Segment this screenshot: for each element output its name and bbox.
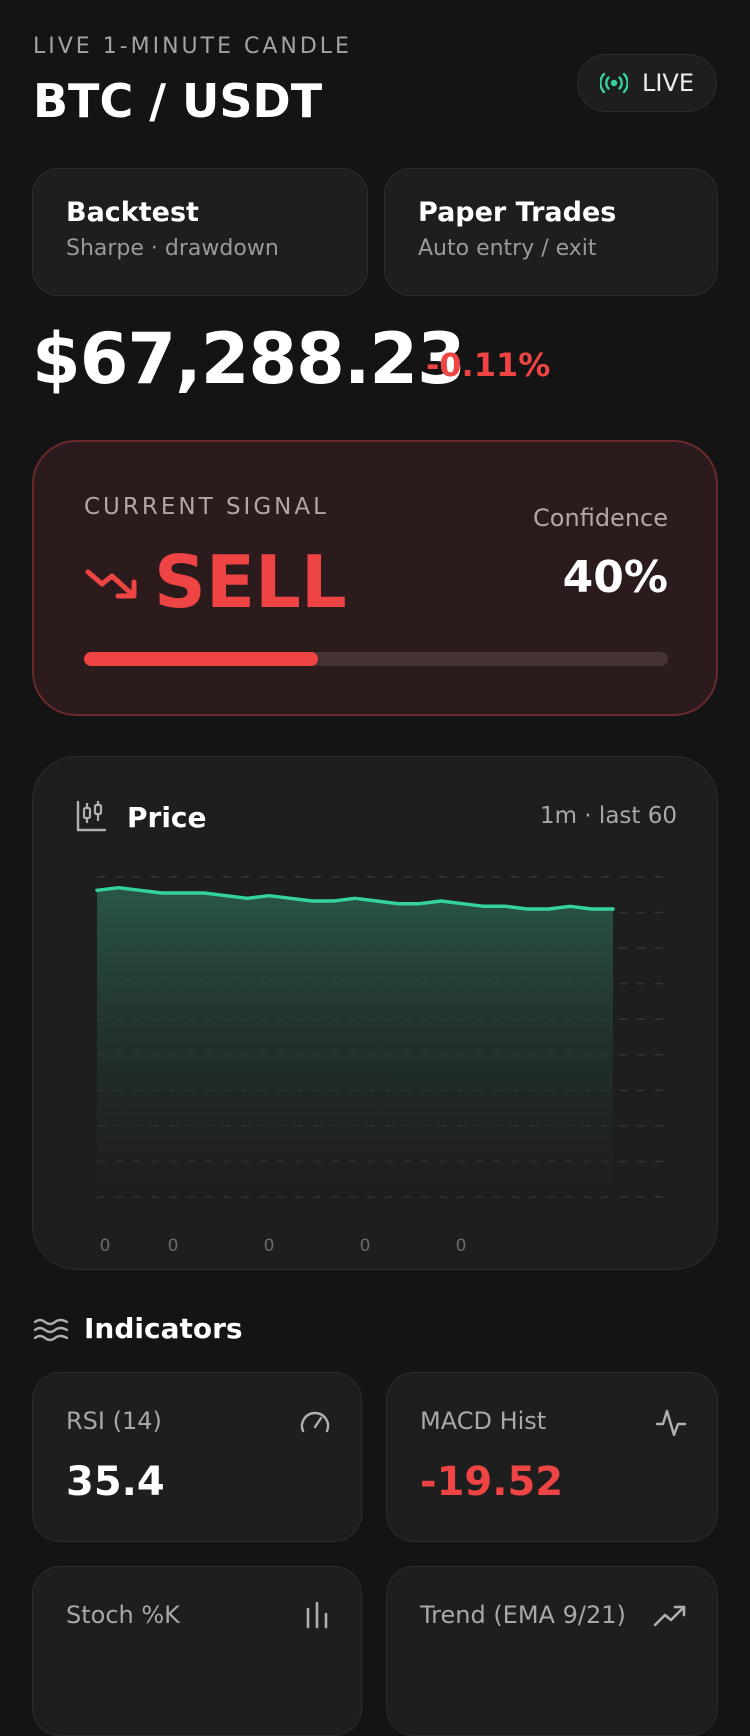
indicator-value: 35.4 — [66, 1459, 165, 1505]
backtest-subtitle: Sharpe · drawdown — [66, 236, 279, 261]
x-tick-label: 0 — [360, 1236, 371, 1256]
pair-title: BTC / USDT — [33, 74, 323, 128]
indicator-label: Trend (EMA 9/21) — [420, 1601, 626, 1629]
indicator-label: Stoch %K — [66, 1601, 180, 1629]
header-eyebrow: LIVE 1-MINUTE CANDLE — [33, 34, 352, 59]
price-change: -0.11% — [426, 346, 551, 384]
backtest-title: Backtest — [66, 197, 199, 228]
indicator-card-trend[interactable]: Trend (EMA 9/21) — [386, 1566, 718, 1736]
confidence-value: 40% — [562, 552, 668, 603]
paper-trades-card[interactable]: Paper Trades Auto entry / exit — [384, 168, 718, 296]
confidence-bar-fill — [84, 652, 318, 666]
x-tick-label: 0 — [100, 1236, 111, 1256]
live-status-pill[interactable]: LIVE — [577, 54, 717, 112]
x-tick-label: 0 — [264, 1236, 275, 1256]
paper-trades-title: Paper Trades — [418, 197, 617, 228]
price-chart-card: Price 1m · last 60 00000 — [32, 756, 718, 1270]
indicator-label: RSI (14) — [66, 1407, 162, 1435]
confidence-label: Confidence — [533, 504, 668, 532]
bars-icon — [306, 1601, 328, 1629]
signal-label: CURRENT SIGNAL — [84, 494, 329, 520]
price-area-chart: 0 0 0 0 0 — [95, 876, 673, 1256]
paper-trades-subtitle: Auto entry / exit — [418, 236, 597, 261]
price-area — [97, 887, 613, 1197]
trending-down-icon — [85, 569, 137, 599]
indicator-value: -19.52 — [420, 1459, 564, 1505]
indicators-heading: Indicators — [84, 1312, 243, 1345]
indicator-card-stoch[interactable]: Stoch %K — [32, 1566, 362, 1736]
current-price: $67,288.23 — [32, 318, 466, 400]
indicator-label: MACD Hist — [420, 1407, 547, 1435]
x-tick-label: 0 — [456, 1236, 467, 1256]
waves-icon — [33, 1318, 69, 1342]
pulse-icon — [655, 1409, 687, 1437]
indicator-card-rsi[interactable]: RSI (14) 35.4 — [32, 1372, 362, 1542]
live-label: LIVE — [641, 69, 695, 97]
broadcast-icon — [599, 72, 628, 94]
backtest-card[interactable]: Backtest Sharpe · drawdown — [32, 168, 368, 296]
signal-value: SELL — [154, 540, 347, 624]
gauge-icon — [300, 1411, 330, 1433]
confidence-bar — [84, 652, 668, 666]
indicator-card-macd[interactable]: MACD Hist -19.52 — [386, 1372, 718, 1542]
trending-icon — [653, 1605, 686, 1627]
x-tick-label: 0 — [168, 1236, 179, 1256]
signal-card: CURRENT SIGNAL SELL Confidence 40% — [32, 440, 718, 716]
